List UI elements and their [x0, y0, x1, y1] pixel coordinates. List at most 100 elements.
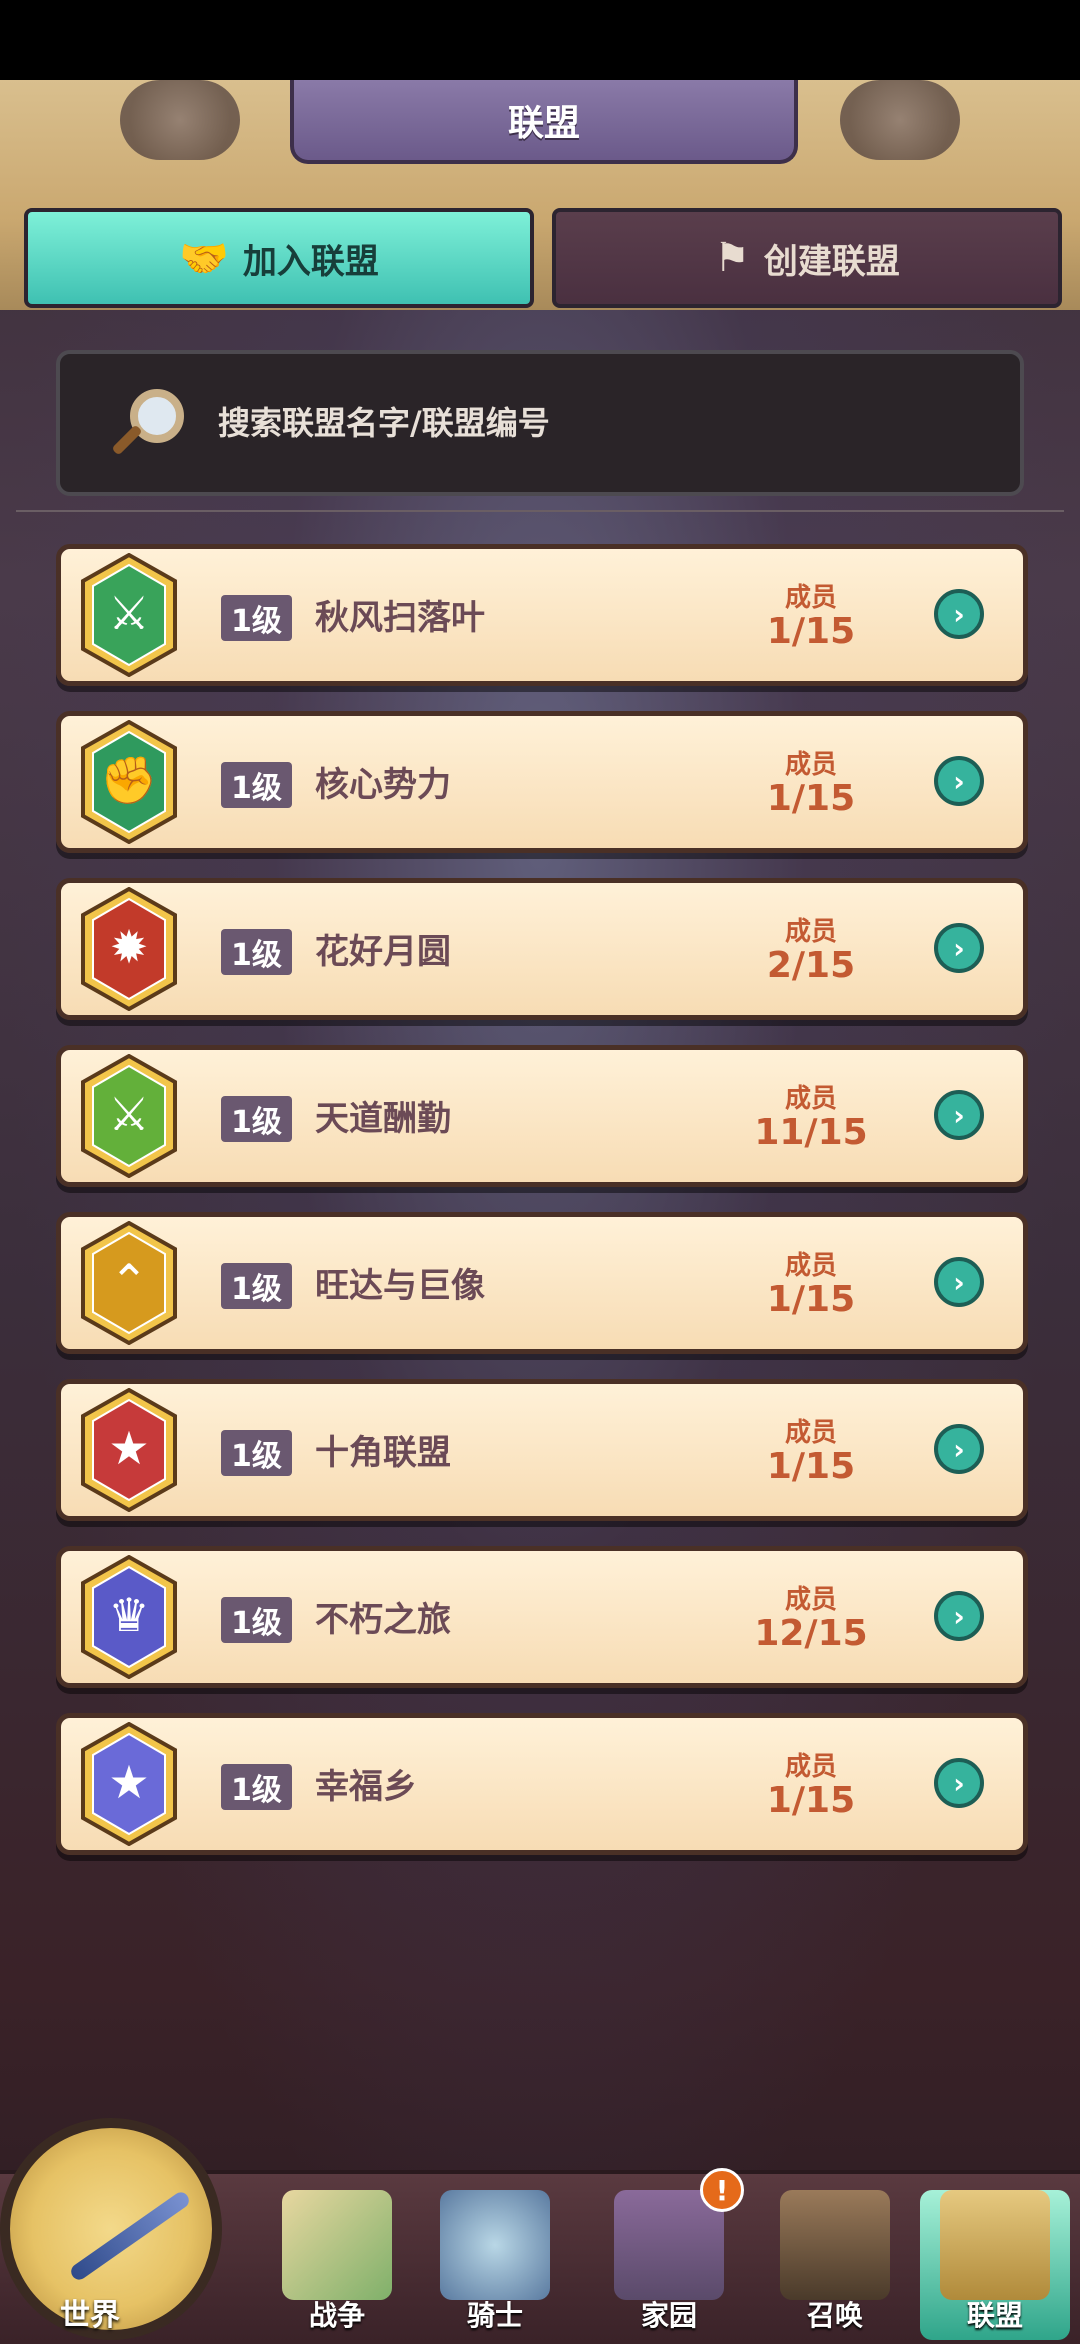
- magnifier-icon: [100, 383, 184, 463]
- nav-label: 骑士: [466, 2299, 523, 2332]
- nav-knight[interactable]: 骑士: [420, 2190, 570, 2340]
- crossed-swords-icon: ⚔: [79, 552, 179, 678]
- tab-label: 加入联盟: [242, 241, 379, 282]
- members-count: 11/15: [754, 1112, 868, 1153]
- level-badge: 1级: [221, 1096, 292, 1142]
- alliance-name: 幸福乡: [315, 1767, 417, 1807]
- alliance-row[interactable]: ★ 1级 幸福乡 成员 1/15 ›: [56, 1713, 1028, 1855]
- svg-text:⚔: ⚔: [108, 1087, 149, 1141]
- nav-home[interactable]: 家园: [594, 2190, 744, 2340]
- level-badge: 1级: [221, 1263, 292, 1309]
- alliance-row[interactable]: ★ 1级 十角联盟 成员 1/15 ›: [56, 1379, 1028, 1521]
- alliance-row[interactable]: ♛ 1级 不朽之旅 成员 12/15 ›: [56, 1546, 1028, 1688]
- level-badge: 1级: [221, 1430, 292, 1476]
- alliance-name: 花好月圆: [315, 932, 451, 972]
- view-alliance-button[interactable]: ›: [934, 1257, 984, 1307]
- notification-badge: !: [700, 2168, 744, 2212]
- members-label: 成员: [784, 750, 837, 780]
- alliance-row[interactable]: ✊ 1级 核心势力 成员 1/15 ›: [56, 711, 1028, 853]
- view-alliance-button[interactable]: ›: [934, 756, 984, 806]
- train-icon: [780, 2190, 890, 2300]
- nav-label: 召唤: [806, 2299, 863, 2332]
- svg-text:✊: ✊: [100, 753, 157, 808]
- alliance-name: 秋风扫落叶: [315, 598, 485, 638]
- members-count: 1/15: [766, 1279, 856, 1320]
- members-label: 成员: [784, 1752, 837, 1782]
- level-badge: 1级: [221, 762, 292, 808]
- chevron-right-icon: ›: [953, 1766, 965, 1800]
- level-badge: 1级: [221, 1597, 292, 1643]
- members-label: 成员: [784, 1418, 837, 1448]
- svg-text:✹: ✹: [110, 920, 149, 974]
- view-alliance-button[interactable]: ›: [934, 589, 984, 639]
- alliance-name: 天道酬勤: [315, 1099, 451, 1139]
- handshake-icon: 🤝: [179, 235, 229, 282]
- sun-icon: ✹: [79, 886, 179, 1012]
- members-label: 成员: [784, 1585, 837, 1615]
- crossed-swords-icon: ⚔: [79, 1053, 179, 1179]
- chevron-right-icon: ›: [953, 597, 965, 631]
- tab-label: 创建联盟: [763, 241, 900, 282]
- nav-label: 联盟: [966, 2299, 1023, 2332]
- level-badge: 1级: [221, 929, 292, 975]
- chevron-right-icon: ›: [953, 931, 965, 965]
- view-alliance-button[interactable]: ›: [934, 1090, 984, 1140]
- status-bar: [0, 0, 1080, 80]
- alliance-name: 旺达与巨像: [315, 1266, 485, 1306]
- view-alliance-button[interactable]: ›: [934, 1424, 984, 1474]
- fist-icon: ✊: [79, 719, 179, 845]
- chevron-right-icon: ›: [953, 1432, 965, 1466]
- members-count: 2/15: [766, 945, 856, 986]
- alliance-name: 核心势力: [315, 765, 451, 805]
- nav-war[interactable]: 战争: [262, 2190, 412, 2340]
- alliance-row[interactable]: ⚔ 1级 天道酬勤 成员 11/15 ›: [56, 1045, 1028, 1187]
- crown-icon: ♛: [79, 1554, 179, 1680]
- view-alliance-button[interactable]: ›: [934, 1591, 984, 1641]
- tab-create-alliance[interactable]: ⚑ 创建联盟: [552, 208, 1062, 308]
- alliance-row[interactable]: ⌃ 1级 旺达与巨像 成员 1/15 ›: [56, 1212, 1028, 1354]
- members-label: 成员: [784, 583, 837, 613]
- star-icon: ★: [79, 1387, 179, 1513]
- guild-icon: [940, 2190, 1050, 2300]
- svg-text:★: ★: [108, 1755, 149, 1809]
- chevron-right-icon: ›: [953, 764, 965, 798]
- members-label: 成员: [784, 1251, 837, 1281]
- chevron-right-icon: ›: [953, 1599, 965, 1633]
- map-icon: [282, 2190, 392, 2300]
- knight-icon: [440, 2190, 550, 2300]
- header-ornament-right: [840, 80, 960, 160]
- search-input[interactable]: [216, 403, 980, 443]
- view-alliance-button[interactable]: ›: [934, 923, 984, 973]
- view-alliance-button[interactable]: ›: [934, 1758, 984, 1808]
- nav-label: 战争: [308, 2299, 365, 2332]
- alliance-name: 不朽之旅: [315, 1600, 451, 1640]
- flag-icon: ⚑: [714, 235, 750, 281]
- members-count: 1/15: [766, 611, 856, 652]
- svg-text:⚔: ⚔: [108, 586, 149, 640]
- level-badge: 1级: [221, 595, 292, 641]
- level-badge: 1级: [221, 1764, 292, 1810]
- svg-text:♛: ♛: [108, 1588, 149, 1642]
- header-ornament-left: [120, 80, 240, 160]
- nav-label: 家园: [640, 2299, 697, 2332]
- star-icon: ★: [79, 1721, 179, 1847]
- members-label: 成员: [784, 917, 837, 947]
- chevron-right-icon: ›: [953, 1098, 965, 1132]
- nav-summon[interactable]: 召唤: [760, 2190, 910, 2340]
- members-count: 1/15: [766, 1780, 856, 1821]
- svg-text:⌃: ⌃: [110, 1254, 149, 1308]
- alliance-list: ⚔ 1级 秋风扫落叶 成员 1/15 › ✊ 1级 核心势力 成员 1/15 › ✹ 1级 花好月圆 成员 2/…: [56, 544, 1028, 1880]
- alliance-row[interactable]: ✹ 1级 花好月圆 成员 2/15 ›: [56, 878, 1028, 1020]
- chevron-right-icon: ›: [953, 1265, 965, 1299]
- members-label: 成员: [784, 1084, 837, 1114]
- tab-join-alliance[interactable]: 🤝 加入联盟: [24, 208, 534, 308]
- search-bar[interactable]: [56, 350, 1024, 496]
- members-count: 1/15: [766, 1446, 856, 1487]
- nav-alliance[interactable]: 联盟: [920, 2190, 1070, 2340]
- compass-icon: [68, 2189, 192, 2283]
- alliance-name: 十角联盟: [315, 1433, 451, 1473]
- svg-text:★: ★: [108, 1421, 149, 1475]
- page-title: 联盟: [290, 80, 798, 164]
- alliance-row[interactable]: ⚔ 1级 秋风扫落叶 成员 1/15 ›: [56, 544, 1028, 686]
- members-count: 1/15: [766, 778, 856, 819]
